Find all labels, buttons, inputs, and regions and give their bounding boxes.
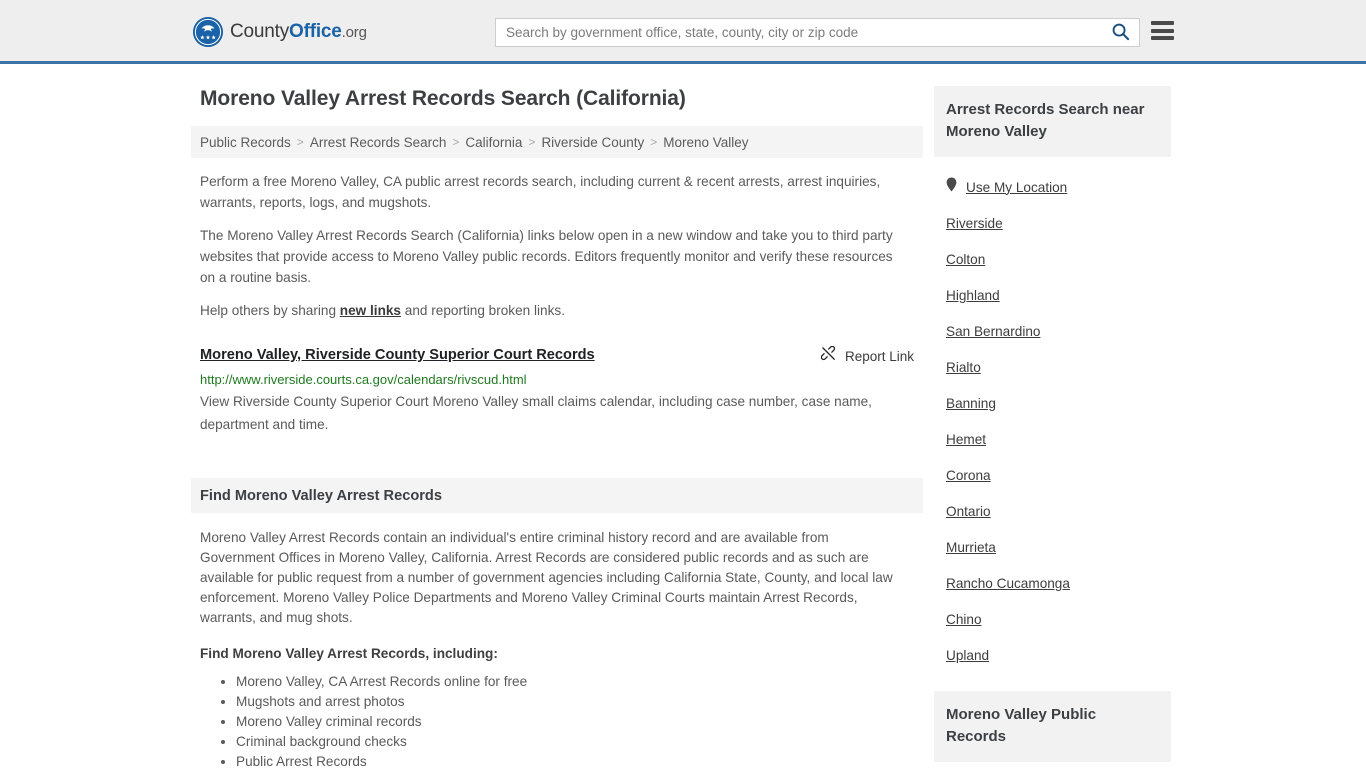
- list-item: Mugshots and arrest photos: [236, 692, 901, 712]
- site-logo[interactable]: CountyOffice.org: [193, 17, 367, 47]
- brand-part-org: .org: [341, 24, 367, 41]
- page-title: Moreno Valley Arrest Records Search (Cal…: [200, 87, 686, 110]
- new-links-link[interactable]: new links: [340, 303, 401, 318]
- breadcrumb-separator-icon: >: [296, 135, 304, 149]
- breadcrumb-separator-icon: >: [452, 135, 460, 149]
- hamburger-menu-icon[interactable]: [1151, 21, 1174, 40]
- sidebar-item-banning[interactable]: Banning: [946, 385, 1171, 421]
- list-item: Public Arrest Records: [236, 752, 901, 768]
- sidebar-city-link[interactable]: San Bernardino: [946, 324, 1040, 339]
- report-link-button[interactable]: Report Link: [820, 345, 914, 366]
- help-suffix-text: and reporting broken links.: [401, 303, 565, 318]
- breadcrumb-item-moreno-valley[interactable]: Moreno Valley: [663, 135, 748, 150]
- sidebar-item-rancho-cucamonga[interactable]: Rancho Cucamonga: [946, 565, 1171, 601]
- breadcrumb-item-public-records[interactable]: Public Records: [200, 135, 291, 150]
- sidebar-item-hemet[interactable]: Hemet: [946, 421, 1171, 457]
- sidebar-city-link[interactable]: Chino: [946, 612, 982, 627]
- result-url-link[interactable]: http://www.riverside.courts.ca.gov/calen…: [200, 371, 914, 388]
- sidebar-nearby-links: Use My Location Riverside Colton Highlan…: [934, 157, 1171, 673]
- sidebar-item-rialto[interactable]: Rialto: [946, 349, 1171, 385]
- help-prefix-text: Help others by sharing: [200, 303, 340, 318]
- sidebar-item-ontario[interactable]: Ontario: [946, 493, 1171, 529]
- report-link-label: Report Link: [844, 348, 914, 364]
- sidebar-item-san-bernardino[interactable]: San Bernardino: [946, 313, 1171, 349]
- page-body: Moreno Valley Arrest Records Search (Cal…: [0, 64, 1366, 768]
- search-input[interactable]: [496, 19, 1101, 46]
- sidebar-city-link[interactable]: Murrieta: [946, 540, 996, 555]
- sidebar-city-link[interactable]: Ontario: [946, 504, 991, 519]
- breadcrumb: Public Records > Arrest Records Search >…: [191, 126, 923, 158]
- sidebar: Arrest Records Search near Moreno Valley…: [934, 64, 1171, 762]
- sidebar-item-corona[interactable]: Corona: [946, 457, 1171, 493]
- hamburger-bar-3: [1151, 36, 1174, 40]
- intro-paragraph-2: The Moreno Valley Arrest Records Search …: [200, 228, 893, 285]
- breadcrumb-item-riverside-county[interactable]: Riverside County: [541, 135, 644, 150]
- brand-part-county: County: [230, 21, 290, 42]
- section-paragraph: Moreno Valley Arrest Records contain an …: [200, 530, 893, 625]
- sidebar-item-highland[interactable]: Highland: [946, 277, 1171, 313]
- eagle-shield-logo: [193, 17, 223, 47]
- breadcrumb-item-california[interactable]: California: [465, 135, 522, 150]
- sidebar-nearby-heading: Arrest Records Search near Moreno Valley: [934, 86, 1171, 157]
- sidebar-city-link[interactable]: Corona: [946, 468, 991, 483]
- sidebar-item-colton[interactable]: Colton: [946, 241, 1171, 277]
- sidebar-item-chino[interactable]: Chino: [946, 601, 1171, 637]
- hamburger-bar-1: [1151, 21, 1174, 25]
- brand-part-office: Office: [289, 21, 342, 42]
- section-heading: Find Moreno Valley Arrest Records: [191, 478, 923, 513]
- sidebar-city-link[interactable]: Rialto: [946, 360, 981, 375]
- sidebar-city-link[interactable]: Banning: [946, 396, 996, 411]
- sidebar-item-use-my-location[interactable]: Use My Location: [946, 169, 1171, 205]
- breadcrumb-separator-icon: >: [650, 135, 658, 149]
- result-description: View Riverside County Superior Court Mor…: [200, 394, 872, 432]
- hamburger-bar-2: [1151, 28, 1174, 33]
- sidebar-city-link[interactable]: Rancho Cucamonga: [946, 576, 1070, 591]
- broken-link-icon: [820, 345, 838, 366]
- find-records-section: Find Moreno Valley Arrest Records Moreno…: [191, 478, 923, 768]
- sidebar-city-link[interactable]: Upland: [946, 648, 989, 663]
- search-icon: [1111, 22, 1130, 44]
- use-my-location-link[interactable]: Use My Location: [966, 180, 1067, 195]
- breadcrumb-separator-icon: >: [528, 135, 536, 149]
- list-item: Moreno Valley criminal records: [236, 712, 901, 732]
- map-pin-icon: [946, 177, 957, 197]
- list-item: Moreno Valley, CA Arrest Records online …: [236, 672, 901, 692]
- sidebar-item-upland[interactable]: Upland: [946, 637, 1171, 673]
- intro-paragraph-1: Perform a free Moreno Valley, CA public …: [200, 174, 881, 210]
- result-item: Moreno Valley, Riverside County Superior…: [191, 333, 923, 436]
- sidebar-item-murrieta[interactable]: Murrieta: [946, 529, 1171, 565]
- sidebar-public-records-heading: Moreno Valley Public Records: [934, 691, 1171, 762]
- sidebar-city-link[interactable]: Highland: [946, 288, 1000, 303]
- main-content: Moreno Valley Arrest Records Search (Cal…: [191, 64, 923, 768]
- section-bullet-list: Moreno Valley, CA Arrest Records online …: [200, 672, 901, 768]
- site-header: CountyOffice.org: [0, 0, 1366, 64]
- search-bar[interactable]: [495, 18, 1140, 47]
- sidebar-city-link[interactable]: Hemet: [946, 432, 986, 447]
- help-paragraph: Help others by sharing new links and rep…: [191, 300, 923, 321]
- section-list-intro: Find Moreno Valley Arrest Records, inclu…: [200, 646, 498, 661]
- sidebar-item-riverside[interactable]: Riverside: [946, 205, 1171, 241]
- breadcrumb-item-arrest-records-search[interactable]: Arrest Records Search: [310, 135, 447, 150]
- search-button[interactable]: [1101, 19, 1139, 46]
- result-title-link[interactable]: Moreno Valley, Riverside County Superior…: [200, 345, 595, 365]
- list-item: Criminal background checks: [236, 732, 901, 752]
- sidebar-city-link[interactable]: Colton: [946, 252, 985, 267]
- site-logo-text: CountyOffice.org: [230, 21, 367, 43]
- sidebar-city-link[interactable]: Riverside: [946, 216, 1003, 231]
